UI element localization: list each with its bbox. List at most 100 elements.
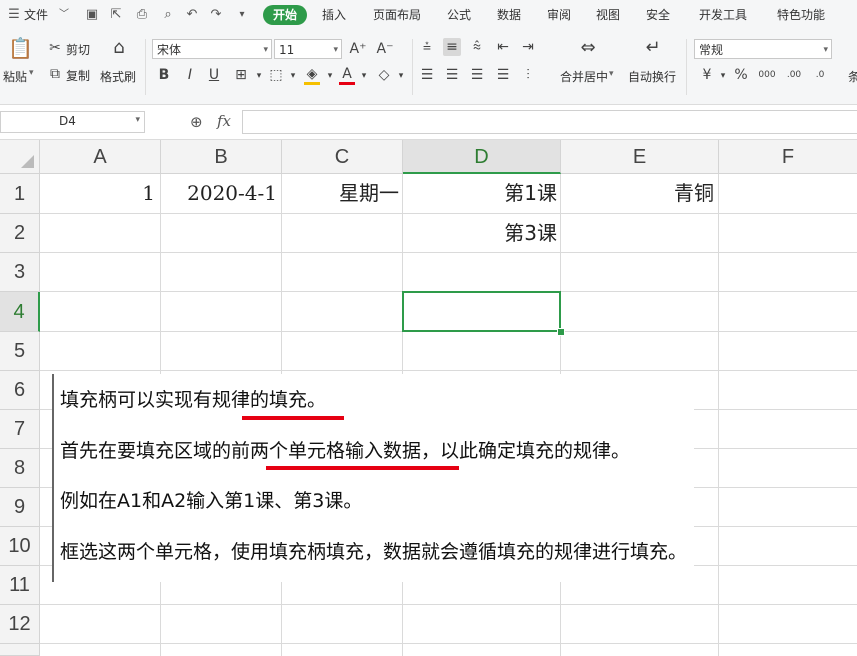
row-header-12[interactable]: 12: [0, 605, 40, 644]
percent-icon[interactable]: %: [732, 66, 750, 84]
tab-home[interactable]: 开始: [263, 5, 308, 25]
ribbon-toolbar: 📋 粘贴 ▾ ✂ 剪切 ⧉ 复制 ⌂ 格式刷 宋体 ▾ 11 ▾ A⁺ A⁻ B…: [0, 31, 857, 105]
number-format-select[interactable]: 常规 ▾: [694, 39, 832, 59]
font-name-select[interactable]: 宋体 ▾: [152, 39, 272, 59]
row-header-7[interactable]: 7: [0, 410, 40, 449]
increase-font-icon[interactable]: A⁺: [349, 40, 367, 58]
column-header-e[interactable]: E: [561, 140, 719, 174]
redo-icon[interactable]: ↷: [208, 7, 224, 23]
fill-color-icon[interactable]: ◈: [303, 65, 321, 83]
note-line-1: 填充柄可以实现有规律的填充。: [60, 389, 327, 411]
currency-chevron-icon[interactable]: ▾: [714, 67, 732, 85]
justify-icon[interactable]: ☰: [494, 66, 512, 84]
print-icon[interactable]: ⎙: [134, 7, 150, 23]
decrease-indent-icon[interactable]: ⇤: [494, 38, 512, 56]
chevron-down-icon: ▾: [823, 45, 828, 55]
eraser-chevron-icon[interactable]: ▾: [392, 67, 410, 85]
select-all-corner[interactable]: [0, 140, 40, 174]
font-color-swatch: [339, 82, 355, 85]
cell-c1[interactable]: 星期一: [282, 174, 402, 213]
row-header-5[interactable]: 5: [0, 332, 40, 371]
scissors-icon: ✂: [49, 40, 61, 56]
copy-label: 复制: [66, 69, 91, 83]
distributed-align-icon[interactable]: ⫶: [519, 66, 537, 84]
tab-formulas[interactable]: 公式: [447, 0, 471, 31]
row-header-8[interactable]: 8: [0, 449, 40, 488]
selected-cell-d4[interactable]: [402, 291, 561, 332]
fill-pattern-icon[interactable]: ⬚: [267, 66, 285, 84]
fill-pattern-chevron-icon[interactable]: ▾: [284, 67, 302, 85]
tab-insert[interactable]: 插入: [322, 0, 346, 31]
tab-view[interactable]: 视图: [596, 0, 620, 31]
border-chevron-icon[interactable]: ▾: [250, 67, 268, 85]
tab-security[interactable]: 安全: [646, 0, 670, 31]
font-color-chevron-icon[interactable]: ▾: [355, 67, 373, 85]
font-name-value: 宋体: [157, 43, 182, 57]
merge-cells-icon: ⇔: [580, 37, 596, 58]
increase-indent-icon[interactable]: ⇥: [519, 38, 537, 56]
decrease-font-icon[interactable]: A⁻: [376, 40, 394, 58]
cell-a1[interactable]: 1: [41, 174, 159, 213]
column-header-c[interactable]: C: [282, 140, 403, 174]
divider: [145, 39, 146, 95]
export-icon[interactable]: ⇱: [108, 7, 124, 23]
zoom-search-icon[interactable]: ⊕: [190, 113, 203, 131]
tab-special-features[interactable]: 特色功能: [777, 0, 825, 31]
row-header-4[interactable]: 4: [0, 292, 40, 332]
thousands-separator-icon[interactable]: 000: [758, 66, 776, 84]
row-header-9[interactable]: 9: [0, 488, 40, 527]
fill-color-swatch: [304, 82, 320, 85]
print-preview-icon[interactable]: ⌕: [160, 7, 176, 23]
fill-handle[interactable]: [557, 328, 565, 336]
formula-input[interactable]: [242, 110, 857, 134]
row-header-6[interactable]: 6: [0, 371, 40, 410]
align-top-icon[interactable]: ⩮: [418, 38, 436, 56]
increase-decimal-icon[interactable]: .00: [785, 66, 803, 84]
cell-b1[interactable]: 2020-4-1: [161, 174, 281, 213]
row-header-2[interactable]: 2: [0, 214, 40, 253]
align-center-icon[interactable]: ☰: [443, 66, 461, 84]
file-menu[interactable]: 文件: [24, 0, 48, 31]
row-header-13[interactable]: [0, 644, 40, 656]
hamburger-icon[interactable]: ☰: [6, 7, 22, 23]
eraser-icon[interactable]: ◇: [375, 66, 393, 84]
tab-page-layout[interactable]: 页面布局: [373, 0, 421, 31]
cell-d2[interactable]: 第3课: [403, 214, 560, 252]
align-left-icon[interactable]: ☰: [418, 66, 436, 84]
row-header-11[interactable]: 11: [0, 566, 40, 605]
row-header-3[interactable]: 3: [0, 253, 40, 292]
name-box[interactable]: D4 ▾: [0, 111, 145, 133]
column-header-d[interactable]: D: [403, 140, 561, 174]
align-right-icon[interactable]: ☰: [468, 66, 486, 84]
divider: [686, 39, 687, 95]
row-header-1[interactable]: 1: [0, 174, 40, 214]
tab-developer[interactable]: 开发工具: [699, 0, 747, 31]
customize-chevron-icon[interactable]: ▾: [234, 7, 250, 23]
cell-d1[interactable]: 第1课: [403, 174, 560, 213]
chevron-down-icon[interactable]: ﹀: [56, 7, 72, 23]
fill-color-chevron-icon[interactable]: ▾: [321, 67, 339, 85]
save-icon[interactable]: ▣: [84, 7, 100, 23]
align-middle-icon[interactable]: ≡: [443, 38, 461, 56]
undo-icon[interactable]: ↶: [184, 7, 200, 23]
tab-review[interactable]: 审阅: [547, 0, 571, 31]
column-header-f[interactable]: F: [719, 140, 857, 174]
italic-icon[interactable]: I: [181, 66, 199, 84]
border-icon[interactable]: ⊞: [232, 66, 250, 84]
row-header-10[interactable]: 10: [0, 527, 40, 566]
column-header-b[interactable]: B: [161, 140, 282, 174]
fx-icon[interactable]: fx: [217, 112, 231, 130]
align-bottom-icon[interactable]: ⩯: [468, 38, 486, 56]
conditional-format-label[interactable]: 条: [848, 68, 857, 85]
font-size-select[interactable]: 11 ▾: [274, 39, 342, 59]
decrease-decimal-icon[interactable]: .0: [811, 66, 829, 84]
tab-data[interactable]: 数据: [497, 0, 521, 31]
wrap-text-icon: ↵: [645, 37, 661, 58]
note-line-4: 框选这两个单元格，使用填充柄填充，数据就会遵循填充的规律进行填充。: [60, 541, 688, 563]
bold-icon[interactable]: B: [155, 66, 173, 84]
font-color-icon[interactable]: A: [338, 65, 356, 83]
font-size-value: 11: [279, 43, 295, 57]
underline-icon[interactable]: U: [205, 66, 223, 84]
column-header-a[interactable]: A: [40, 140, 161, 174]
cell-e1[interactable]: 青铜: [561, 174, 718, 213]
